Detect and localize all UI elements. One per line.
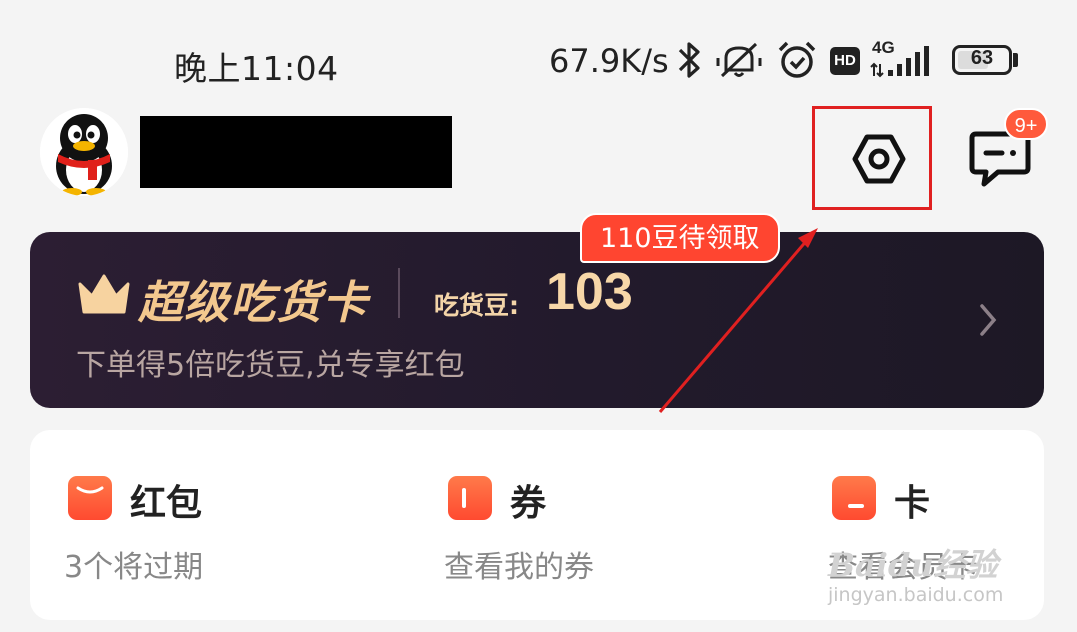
asset-subtitle: 3个将过期 <box>64 550 204 585</box>
assets-card: 红包 3个将过期 券 查看我的券 卡 查看会员卡 <box>30 430 1044 620</box>
card-icon <box>832 476 876 520</box>
asset-subtitle: 查看会员卡 <box>828 550 978 585</box>
asset-title: 卡 <box>894 483 931 524</box>
asset-title: 红包 <box>130 483 203 524</box>
asset-title: 券 <box>510 483 547 524</box>
coupon-icon <box>448 476 492 520</box>
red-packet-icon <box>68 476 112 520</box>
asset-subtitle: 查看我的券 <box>444 550 594 585</box>
